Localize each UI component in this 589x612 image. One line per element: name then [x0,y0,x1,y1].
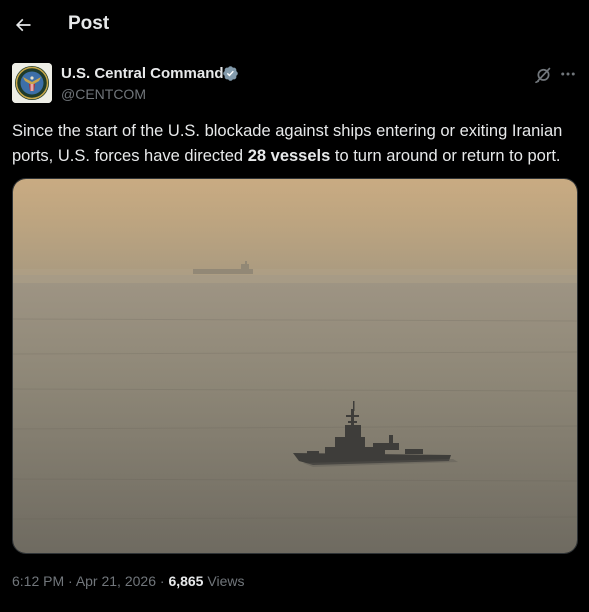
tweet-date[interactable]: Apr 21, 2026 [76,573,156,589]
tweet-time[interactable]: 6:12 PM [12,573,64,589]
tweet-text-part: to turn around or return to port. [330,147,561,165]
verified-badge-icon [223,66,238,81]
more-horizontal-icon [561,72,575,76]
centcom-seal-icon [12,63,52,103]
photo-warship-at-sea [13,179,577,553]
views-count[interactable]: 6,865 [168,573,203,589]
arrow-left-icon [15,18,31,32]
page-title: Post [68,13,110,34]
meta-separator: · [64,573,76,589]
tweet-meta: 6:12 PM · Apr 21, 2026 · 6,865 Views [12,573,244,589]
more-options-button[interactable] [557,63,579,85]
avatar[interactable] [12,63,52,103]
author-name[interactable]: U.S. Central Command [61,65,224,82]
views-label: Views [203,573,245,589]
author-handle[interactable]: @CENTCOM [61,86,146,102]
grok-icon [534,67,550,83]
tweet-text-bold: 28 vessels [247,147,331,165]
back-button[interactable] [8,8,38,42]
meta-separator: · [155,573,169,589]
grok-button[interactable] [532,63,554,85]
tweet-text: Since the start of the U.S. blockade aga… [12,119,578,169]
top-header: Post [0,0,589,52]
tweet-media-photo[interactable] [12,178,578,554]
